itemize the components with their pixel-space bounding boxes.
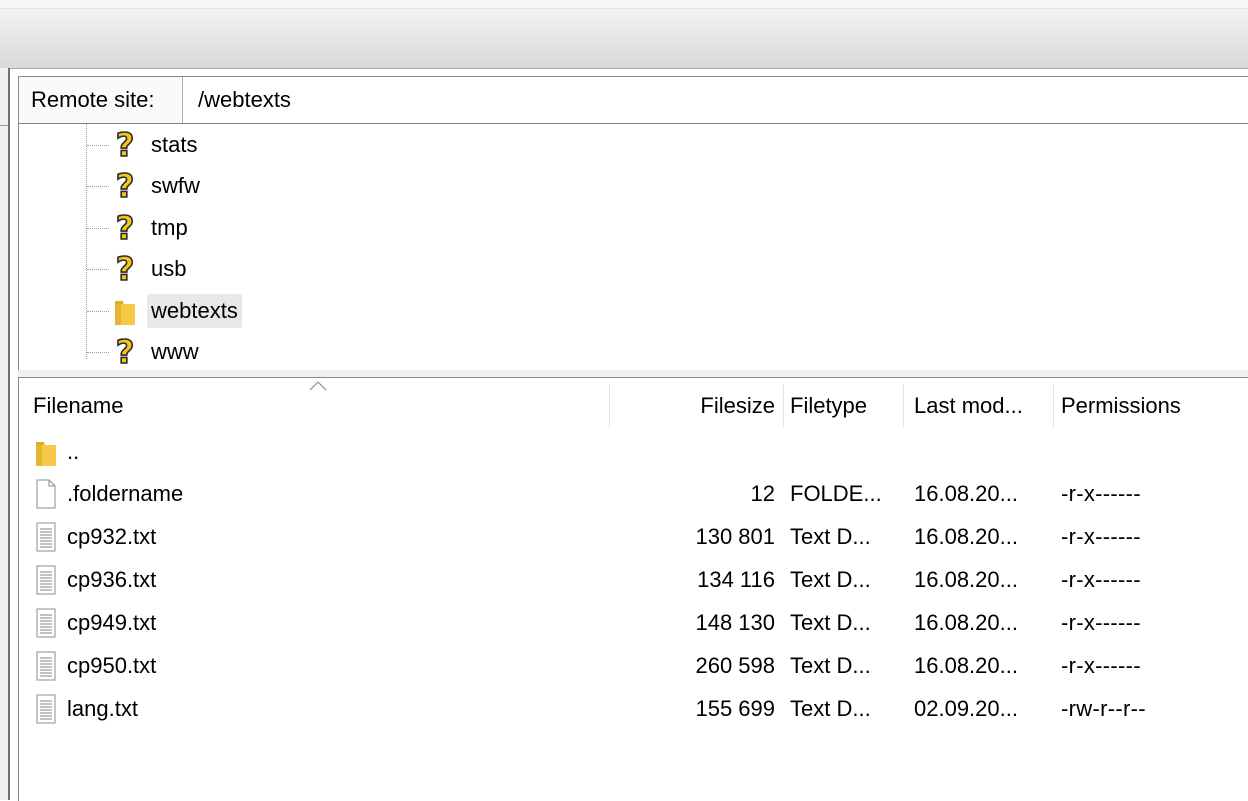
column-header-filesize[interactable]: Filesize — [610, 378, 775, 428]
file-list-header: Filename Filesize Filetype Last mod... P… — [19, 378, 1248, 428]
tree-item-label: stats — [151, 132, 198, 157]
tree-item-swfw[interactable]: ? swfw — [19, 165, 619, 207]
tree-item-label: swfw — [151, 173, 200, 198]
remote-site-bar: Remote site: — [19, 77, 1248, 124]
window-top-strip — [0, 0, 1248, 8]
file-permissions: -r-x------ — [1061, 653, 1141, 678]
file-name: cp932.txt — [67, 524, 157, 549]
file-type: Text D... — [790, 524, 871, 549]
remote-tree-pane: Remote site: ? stats ? swfw ? tmp ? usb — [18, 76, 1248, 371]
tree-item-label: www — [151, 339, 199, 364]
tree-connector — [87, 145, 109, 146]
column-separator[interactable] — [903, 384, 904, 428]
left-splitter-line — [8, 68, 10, 800]
tree-connector — [87, 311, 109, 312]
column-header-last-modified[interactable]: Last mod... — [914, 378, 1052, 428]
file-row[interactable]: .foldername 12 FOLDE... 16.08.20... -r-x… — [19, 473, 1248, 515]
folder-icon — [111, 294, 139, 328]
left-splitter-tick — [0, 125, 8, 126]
column-separator[interactable] — [783, 384, 784, 428]
unknown-question-icon: ? — [115, 126, 135, 164]
tree-connector — [87, 352, 109, 353]
tree-connector — [87, 186, 109, 187]
file-modified: 16.08.20... — [914, 653, 1018, 678]
unknown-question-icon: ? — [115, 333, 135, 371]
file-permissions: -rw-r--r-- — [1061, 696, 1146, 721]
file-size: 155 699 — [695, 696, 775, 721]
tree-item-label: tmp — [151, 215, 188, 240]
file-row[interactable]: cp932.txt 130 801 Text D... 16.08.20... … — [19, 516, 1248, 558]
tree-item-label: webtexts — [147, 294, 242, 328]
unknown-question-icon: ? — [115, 250, 135, 288]
file-size: 130 801 — [695, 524, 775, 549]
file-type: Text D... — [790, 696, 871, 721]
tree-connector — [87, 269, 109, 270]
file-modified: 16.08.20... — [914, 481, 1018, 506]
file-size: 148 130 — [695, 610, 775, 635]
column-header-filename[interactable]: Filename — [33, 378, 609, 428]
tree-item-label: usb — [151, 256, 187, 281]
file-type: Text D... — [790, 567, 871, 592]
file-name: cp949.txt — [67, 610, 157, 635]
text-file-icon — [33, 607, 59, 639]
remote-path-input[interactable] — [184, 77, 1244, 123]
file-name: lang.txt — [67, 696, 138, 721]
toolbar-area — [0, 8, 1248, 69]
file-permissions: -r-x------ — [1061, 481, 1141, 506]
remote-file-list: Filename Filesize Filetype Last mod... P… — [18, 377, 1248, 801]
tree-item-stats[interactable]: ? stats — [19, 124, 619, 166]
file-row[interactable]: cp950.txt 260 598 Text D... 16.08.20... … — [19, 645, 1248, 687]
file-modified: 16.08.20... — [914, 567, 1018, 592]
file-type: FOLDE... — [790, 481, 882, 506]
tree-item-usb[interactable]: ? usb — [19, 248, 619, 290]
file-permissions: -r-x------ — [1061, 567, 1141, 592]
file-modified: 02.09.20... — [914, 696, 1018, 721]
remote-site-label: Remote site: — [19, 77, 183, 123]
file-name: .. — [67, 439, 80, 464]
file-size: 260 598 — [695, 653, 775, 678]
tree-item-tmp[interactable]: ? tmp — [19, 207, 619, 249]
text-file-icon — [33, 650, 59, 682]
tree-item-www[interactable]: ? www — [19, 331, 619, 371]
unknown-question-icon: ? — [115, 209, 135, 247]
file-modified: 16.08.20... — [914, 524, 1018, 549]
column-separator[interactable] — [1053, 384, 1054, 428]
file-row[interactable]: lang.txt 155 699 Text D... 02.09.20... -… — [19, 688, 1248, 730]
file-name: cp950.txt — [67, 653, 157, 678]
pane-splitter[interactable] — [18, 370, 1248, 377]
file-type: Text D... — [790, 653, 871, 678]
text-file-icon — [33, 521, 59, 553]
text-file-icon — [33, 564, 59, 596]
folder-icon — [33, 436, 59, 468]
text-file-icon — [33, 693, 59, 725]
column-header-filetype[interactable]: Filetype — [790, 378, 902, 428]
file-permissions: -r-x------ — [1061, 524, 1141, 549]
file-size: 134 116 — [697, 567, 775, 592]
file-size: 12 — [750, 481, 775, 506]
file-row[interactable]: cp949.txt 148 130 Text D... 16.08.20... … — [19, 602, 1248, 644]
column-header-permissions[interactable]: Permissions — [1061, 378, 1241, 428]
remote-directory-tree: ? stats ? swfw ? tmp ? usb webtexts ? ww… — [19, 124, 1248, 371]
file-row-parent-directory[interactable]: .. — [19, 431, 1248, 473]
file-type: Text D... — [790, 610, 871, 635]
unknown-question-icon: ? — [115, 167, 135, 205]
file-permissions: -r-x------ — [1061, 610, 1141, 635]
file-name: cp936.txt — [67, 567, 157, 592]
tree-item-webtexts[interactable]: webtexts — [19, 290, 619, 332]
file-name: .foldername — [67, 481, 184, 506]
file-row[interactable]: cp936.txt 134 116 Text D... 16.08.20... … — [19, 559, 1248, 601]
file-modified: 16.08.20... — [914, 610, 1018, 635]
tree-connector — [87, 228, 109, 229]
blank-file-icon — [33, 478, 59, 510]
